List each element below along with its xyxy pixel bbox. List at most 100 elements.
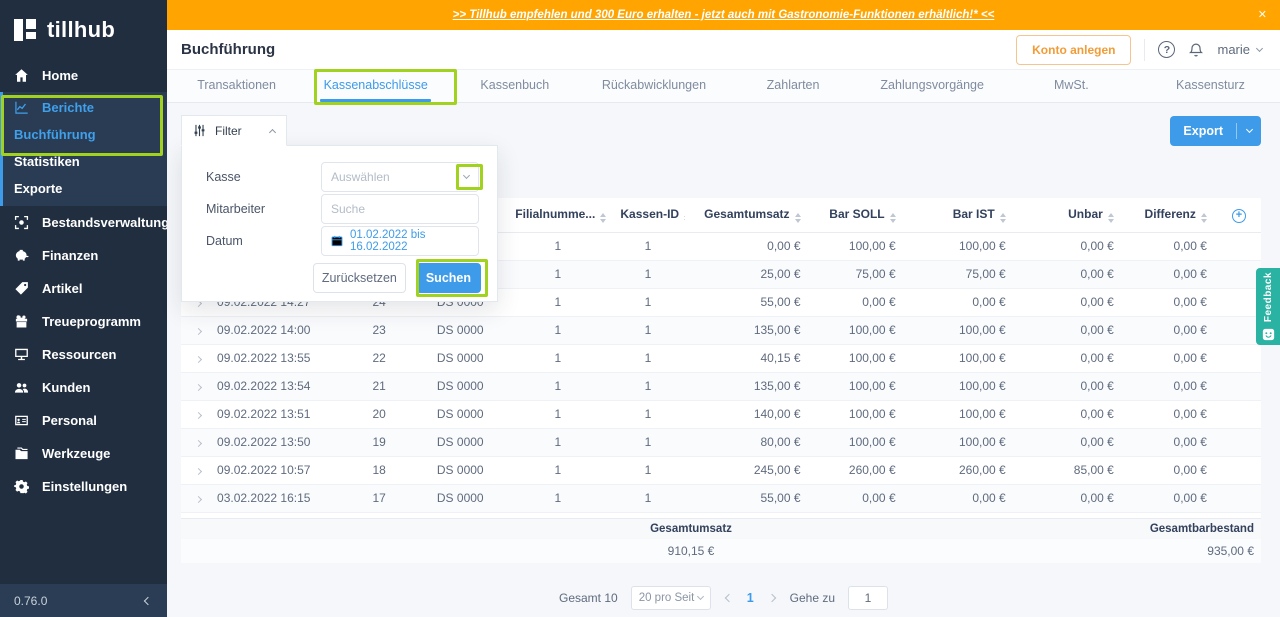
table-cell: 09.02.2022 14:00 [215, 316, 344, 345]
chart-icon [14, 100, 29, 115]
add-column-header[interactable] [1216, 198, 1261, 233]
expand-row-icon[interactable] [194, 411, 202, 420]
table-cell: 260,00 € [905, 456, 1016, 485]
table-cell: 75,00 € [810, 260, 906, 289]
table-cell: 0,00 € [1123, 400, 1217, 429]
mitarbeiter-label: Mitarbeiter [206, 202, 266, 216]
table-cell: 1 [505, 484, 611, 513]
sidebar-item-buchführung[interactable]: Buchführung [3, 121, 167, 148]
chevron-down-icon [1255, 44, 1264, 52]
table-cell: 100,00 € [905, 344, 1016, 373]
promo-banner: >> Tillhub empfehlen und 300 Euro erhalt… [167, 0, 1280, 30]
tab-kassenbuch[interactable]: Kassenbuch [445, 70, 584, 102]
sidebar-item-exporte[interactable]: Exporte [3, 175, 167, 202]
table-cell [1216, 344, 1261, 373]
tab-mwst-[interactable]: MwSt. [1002, 70, 1141, 102]
datum-range-field[interactable]: 01.02.2022 bis 16.02.2022 [321, 226, 479, 256]
filter-toggle-button[interactable]: Filter [181, 115, 287, 146]
table-cell: 23 [343, 316, 416, 345]
logo: tillhub [0, 0, 167, 57]
sort-icon [889, 212, 896, 223]
tab-kassensturz[interactable]: Kassensturz [1141, 70, 1280, 102]
sidebar-item-einstellungen[interactable]: Einstellungen [0, 470, 167, 503]
expand-row-icon[interactable] [194, 355, 202, 364]
content-area: Export Filter Kasse Auswählen Mitarbeite… [167, 103, 1280, 617]
mitarbeiter-search-input[interactable] [331, 202, 469, 216]
column-header-kassen-id[interactable]: Kassen-ID [610, 198, 686, 233]
table-row: 09.02.2022 13:55 22 DS 0000 1 1 40,15 €100,00… [181, 344, 1261, 373]
help-icon[interactable] [1158, 41, 1176, 58]
previous-page-button[interactable] [724, 593, 734, 603]
collapse-sidebar-icon[interactable] [143, 596, 153, 605]
close-icon[interactable]: ✕ [1258, 8, 1267, 21]
sidebar-item-kunden[interactable]: Kunden [0, 371, 167, 404]
sort-icon [999, 212, 1006, 223]
column-header-differenz[interactable]: Differenz [1123, 198, 1217, 233]
feedback-tab[interactable]: Feedback [1256, 268, 1280, 345]
table-cell [1216, 456, 1261, 485]
sidebar-item-statistiken[interactable]: Statistiken [3, 148, 167, 175]
table-cell: 0,00 € [1015, 344, 1124, 373]
sidebar-item-personal[interactable]: Personal [0, 404, 167, 437]
export-button[interactable]: Export [1170, 116, 1261, 146]
table-cell [1216, 260, 1261, 289]
konto-anlegen-button[interactable]: Konto anlegen [1016, 34, 1132, 65]
table-cell: 0,00 € [1015, 400, 1124, 429]
table-cell: 09.02.2022 13:54 [215, 372, 344, 401]
sidebar-item-treueprogramm[interactable]: Treueprogramm [0, 305, 167, 338]
gesamtbarbestand-summary-value: 935,00 € [1207, 544, 1254, 558]
column-header-bar-ist[interactable]: Bar IST [905, 198, 1016, 233]
expand-row-icon[interactable] [194, 495, 202, 504]
feedback-label: Feedback [1262, 271, 1274, 323]
table-cell: 0,00 € [1123, 484, 1217, 513]
export-dropdown-icon[interactable] [1237, 125, 1261, 134]
goto-page-input[interactable] [848, 586, 889, 610]
column-header-filialnumme-[interactable]: Filialnumme... [505, 198, 611, 233]
expand-row-icon[interactable] [194, 467, 202, 476]
page-size-select[interactable]: 20 pro Seit [630, 586, 711, 610]
column-header-gesamtumsatz[interactable]: Gesamtumsatz [685, 198, 811, 233]
table-cell: 18 [343, 456, 416, 485]
sidebar-item-werkzeuge[interactable]: Werkzeuge [0, 437, 167, 470]
chevron-down-icon [696, 592, 704, 601]
suchen-button[interactable]: Suchen [415, 263, 481, 293]
pagination: Gesamt 10 20 pro Seit 1 Gehe zu [167, 586, 1280, 610]
expand-row-icon[interactable] [194, 327, 202, 336]
tab-rückabwicklungen[interactable]: Rückabwicklungen [584, 70, 723, 102]
gesamtumsatz-summary-value: 910,15 € [667, 544, 715, 558]
sidebar-item-home[interactable]: Home [0, 59, 167, 92]
notifications-bell-icon[interactable] [1188, 42, 1204, 58]
table-cell [1216, 316, 1261, 345]
logo-text: tillhub [47, 17, 116, 42]
current-page[interactable]: 1 [747, 591, 754, 605]
sidebar-item-berichte[interactable]: Berichte [3, 94, 167, 121]
user-name: marie [1217, 42, 1250, 57]
sidebar-item-ressourcen[interactable]: Ressourcen [0, 338, 167, 371]
sidebar-item-finanzen[interactable]: Finanzen [0, 239, 167, 272]
table-cell: 0,00 € [1123, 456, 1217, 485]
table-cell: 55,00 € [685, 288, 811, 317]
add-column-icon[interactable] [1231, 208, 1246, 223]
promo-banner-link[interactable]: >> Tillhub empfehlen und 300 Euro erhalt… [453, 9, 995, 21]
tab-zahlungsvorgänge[interactable]: Zahlungsvorgänge [863, 70, 1002, 102]
tab-transaktionen[interactable]: Transaktionen [167, 70, 306, 102]
tab-zahlarten[interactable]: Zahlarten [724, 70, 863, 102]
table-cell: 1 [610, 372, 686, 401]
app-header: Buchführung Konto anlegen marie [167, 30, 1280, 70]
table-cell: 19 [343, 428, 416, 457]
expand-row-icon[interactable] [194, 439, 202, 448]
table-cell: 0,00 € [1015, 372, 1124, 401]
folder-icon [14, 446, 29, 461]
next-page-button[interactable] [767, 593, 777, 603]
column-header-bar-soll[interactable]: Bar SOLL [810, 198, 906, 233]
column-header-unbar[interactable]: Unbar [1015, 198, 1124, 233]
zuruecksetzen-button[interactable]: Zurücksetzen [312, 263, 406, 293]
sidebar-item-artikel[interactable]: Artikel [0, 272, 167, 305]
user-menu[interactable]: marie [1217, 42, 1264, 57]
kasse-select[interactable]: Auswählen [321, 162, 479, 192]
tillhub-logo-icon [14, 18, 38, 42]
sidebar-item-bestandsverwaltung[interactable]: Bestandsverwaltung [0, 206, 169, 239]
tab-kassenabschlüsse[interactable]: Kassenabschlüsse [306, 70, 445, 102]
table-cell: 22 [343, 344, 416, 373]
expand-row-icon[interactable] [194, 383, 202, 392]
